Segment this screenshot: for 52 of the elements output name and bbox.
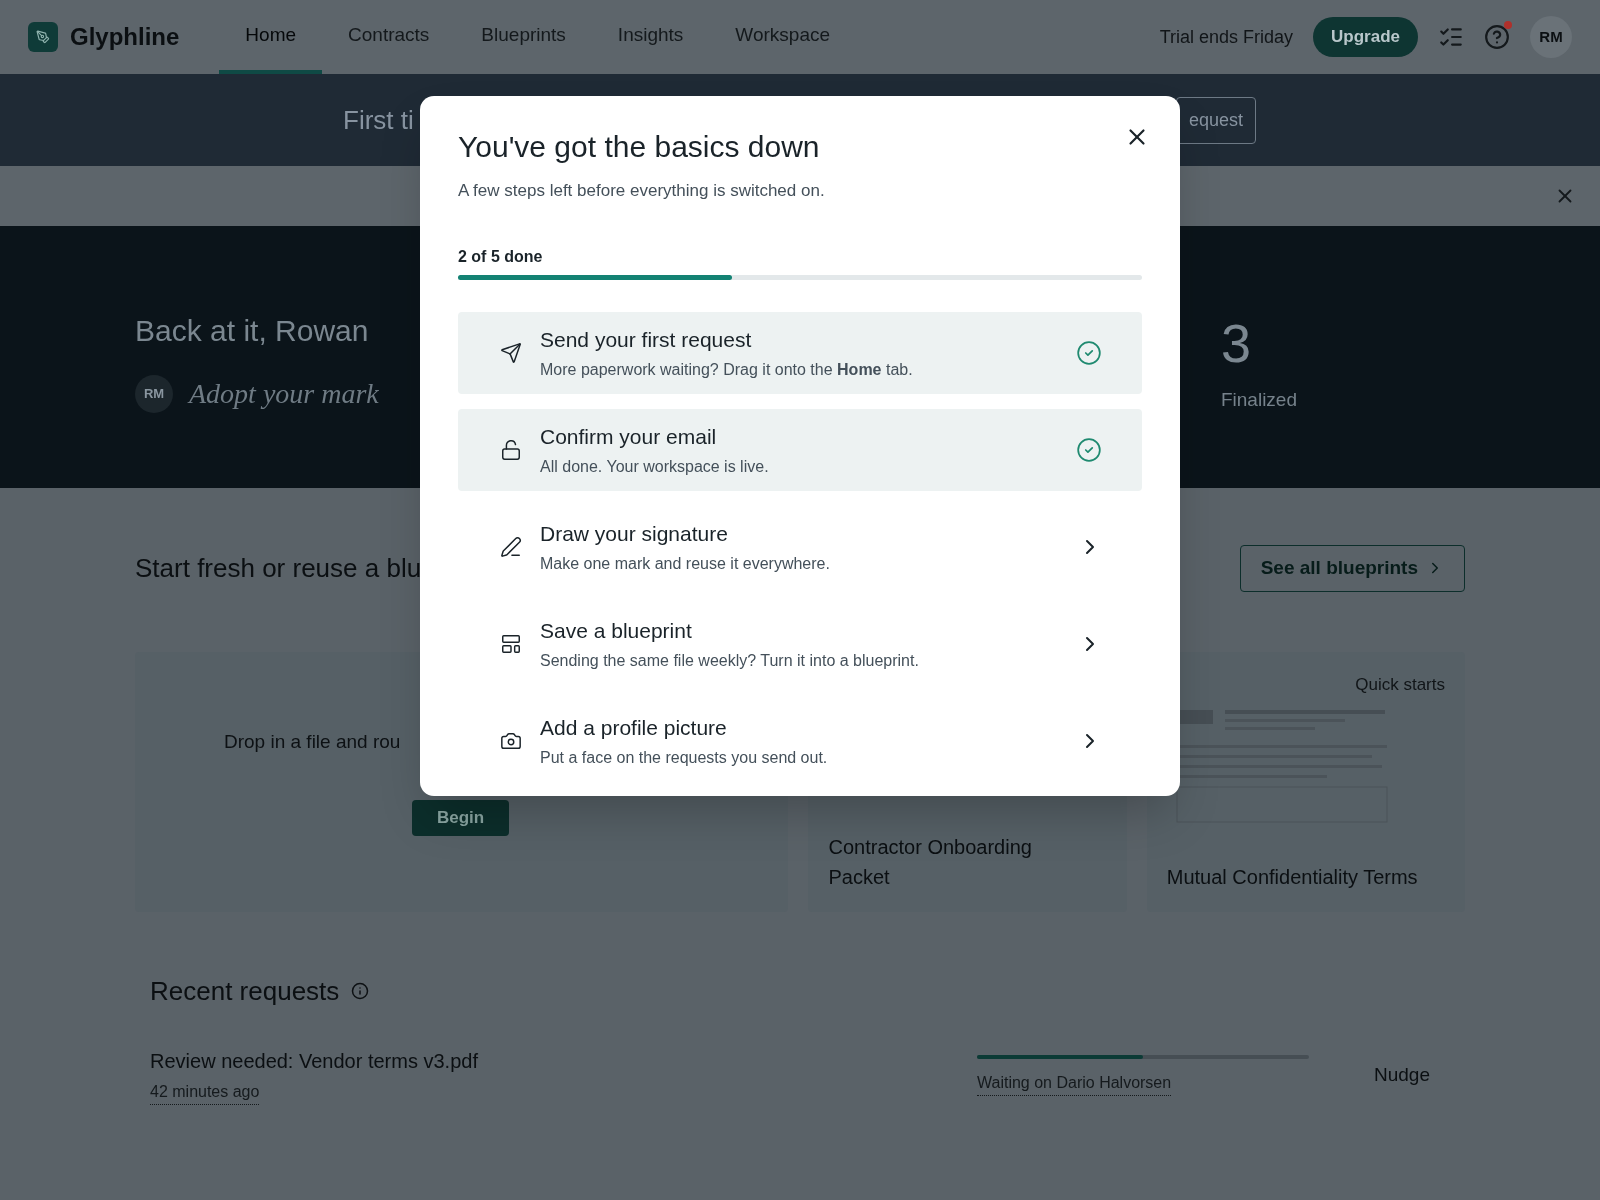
camera-icon: [500, 730, 522, 752]
banner-text: First ti: [343, 103, 414, 137]
brand-name: Glyphline: [70, 22, 180, 52]
step-description: More paperwork waiting? Drag it onto the Home tab.: [540, 360, 913, 381]
upload-prompt: Drop in a file and rou: [224, 729, 401, 754]
nav-tab[interactable]: Contracts: [322, 0, 456, 74]
check-circle-icon: [1076, 340, 1102, 366]
info-icon[interactable]: [351, 982, 370, 1000]
stat-label: Finalized: [1220, 388, 1297, 412]
card-title: Contractor Onboarding Packet: [828, 834, 1033, 890]
stat-value: 3: [1220, 316, 1252, 370]
nav-tab[interactable]: Workspace: [709, 0, 857, 74]
step-title: Send your first request: [540, 326, 753, 353]
checklist-step[interactable]: Confirm your email All done. Your workspace is live.: [458, 409, 1142, 491]
step-description: All done. Your workspace is live.: [540, 457, 769, 478]
greeting-heading: Back at it, Rowan: [135, 313, 370, 349]
send-icon: [500, 342, 522, 364]
dialog-subtitle: A few steps left before everything is switched on.: [458, 179, 825, 202]
upgrade-button[interactable]: Upgrade: [1313, 17, 1418, 57]
step-title: Save a blueprint: [540, 617, 693, 644]
layout-icon: [500, 633, 522, 655]
checklist-step[interactable]: Send your first request More paperwork waiting? Drag it onto the Home tab.: [458, 312, 1142, 394]
progress-label: 2 of 5 done: [458, 247, 543, 267]
help-icon[interactable]: [1484, 24, 1510, 50]
user-avatar[interactable]: RM: [1530, 16, 1572, 58]
card-tag: Quick starts: [1355, 671, 1445, 697]
section-heading: Recent requests: [150, 974, 340, 1008]
section-heading: Start fresh or reuse a blu: [135, 551, 422, 585]
request-status[interactable]: Waiting on Dario Halvorsen: [977, 1070, 1172, 1096]
signature-placeholder[interactable]: Adopt your mark: [189, 373, 379, 415]
card-title: Mutual Confidentiality Terms: [1166, 864, 1419, 890]
request-time: 42 minutes ago: [150, 1079, 260, 1105]
nav-tab[interactable]: Insights: [591, 0, 710, 74]
pen-icon: [500, 536, 522, 558]
step-title: Add a profile picture: [540, 714, 728, 741]
step-description: Sending the same file weekly? Turn it into a blueprint.: [540, 651, 919, 672]
request-name[interactable]: Review needed: Vendor terms v3.pdf: [150, 1045, 478, 1076]
begin-button[interactable]: Begin: [412, 800, 510, 836]
unlock-icon: [500, 439, 522, 461]
trial-notice: Trial ends Friday: [1159, 25, 1294, 49]
nudge-button[interactable]: Nudge: [1354, 1052, 1450, 1098]
user-avatar: RM: [135, 375, 173, 413]
step-title: Confirm your email: [540, 423, 718, 450]
step-description: Make one mark and reuse it everywhere.: [540, 554, 830, 575]
logo-icon: [28, 22, 58, 52]
see-all-button[interactable]: See all blueprints: [1239, 545, 1465, 592]
check-circle-icon: [1076, 437, 1102, 463]
step-description: Put a face on the requests you send out.: [540, 748, 828, 769]
nav-tab[interactable]: Blueprints: [455, 0, 592, 74]
dialog-title: You've got the basics down: [458, 129, 820, 165]
step-title: Draw your signature: [540, 520, 729, 547]
blueprint-card[interactable]: Quick starts Mutual Confidentiality Terms: [1146, 651, 1465, 912]
